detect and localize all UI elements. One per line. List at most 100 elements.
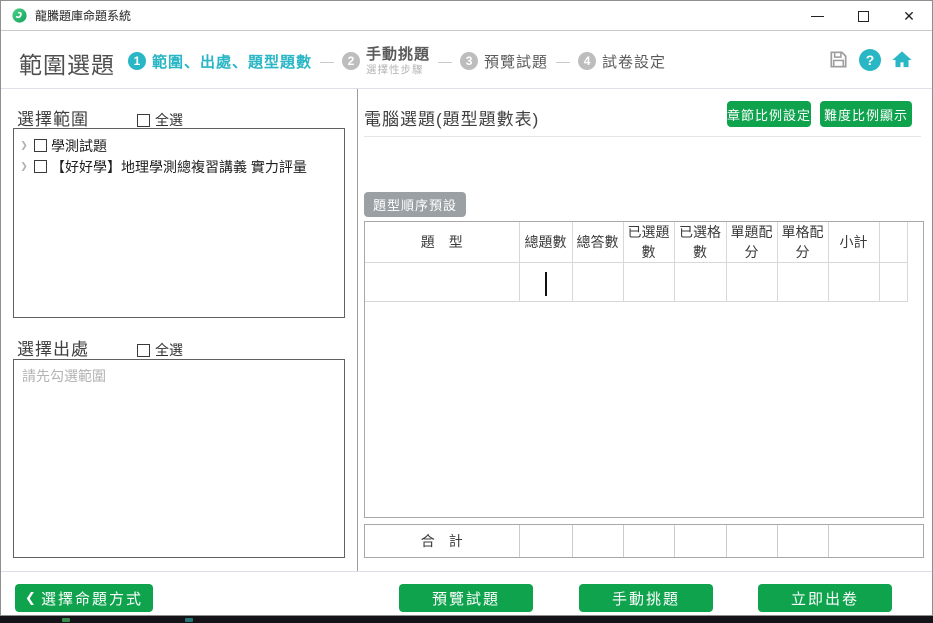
window-title: 龍騰題庫命題系統: [35, 7, 131, 24]
cell-total-answers[interactable]: [572, 263, 623, 302]
footer-bar: ❮ 選擇命題方式 預覽試題 手動挑題 立即出卷: [1, 571, 932, 616]
cell-points-per-blank[interactable]: [777, 263, 828, 302]
app-window: 龍騰題庫命題系統 ✕ 範圍選題 1 範圍、出處、題型題數 — 2 手動挑題 選擇…: [0, 0, 933, 616]
step-2-badge: 2: [342, 52, 360, 70]
col-total-answers: 總答數: [572, 222, 623, 263]
col-selected-blanks: 已選格數: [674, 222, 726, 263]
range-tree: ❯ 學測試題 ❯ 【好好學】地理學測總複習講義 實力評量: [13, 128, 345, 318]
col-extra: [879, 222, 907, 263]
help-button[interactable]: ?: [859, 49, 881, 71]
total-row-container: 合 計: [364, 524, 924, 558]
range-select-all[interactable]: 全選: [137, 110, 183, 130]
header: 範圍選題 1 範圍、出處、題型題數 — 2 手動挑題 選擇性步驟 — 3 預覽試…: [1, 32, 932, 89]
computer-select-title: 電腦選題(題型題數表): [364, 105, 539, 130]
total-cell: [674, 525, 726, 557]
checkbox[interactable]: [34, 139, 47, 152]
app-logo-icon: [11, 7, 28, 24]
cell-points-per-question[interactable]: [726, 263, 777, 302]
minimize-icon: [811, 16, 824, 17]
step-4[interactable]: 4 試卷設定: [578, 51, 666, 72]
difficulty-ratio-button[interactable]: 難度比例顯示: [820, 101, 912, 127]
step-dash: —: [556, 53, 570, 69]
step-1-label: 範圍、出處、題型題數: [152, 51, 312, 72]
total-cell: [519, 525, 572, 557]
step-indicator: 1 範圍、出處、題型題數 — 2 手動挑題 選擇性步驟 — 3 預覽試題 — 4…: [128, 41, 666, 81]
taskbar-icon: [185, 618, 193, 622]
chevron-right-icon[interactable]: ❯: [18, 161, 30, 172]
page-title: 範圍選題: [19, 46, 115, 80]
choose-method-back-button[interactable]: ❮ 選擇命題方式: [15, 584, 153, 612]
chevron-right-icon[interactable]: ❯: [18, 140, 30, 151]
source-section-title: 選擇出處: [17, 335, 89, 360]
total-cell: [726, 525, 777, 557]
total-cell: [572, 525, 623, 557]
preview-questions-button[interactable]: 預覽試題: [399, 584, 533, 612]
tree-item-label[interactable]: 【好好學】地理學測總複習講義 實力評量: [51, 157, 307, 177]
maximize-icon: [858, 11, 869, 22]
cell-subtotal[interactable]: [828, 263, 879, 302]
checkbox[interactable]: [137, 344, 150, 357]
checkbox[interactable]: [34, 160, 47, 173]
maximize-button[interactable]: [840, 1, 886, 31]
step-4-badge: 4: [578, 52, 596, 70]
checkbox[interactable]: [137, 114, 150, 127]
panel-divider: [357, 89, 358, 571]
tree-item-label[interactable]: 學測試題: [51, 136, 107, 156]
chevron-left-icon: ❮: [25, 590, 36, 606]
total-cell: [777, 525, 828, 557]
question-order-default-button[interactable]: 題型順序預設: [364, 192, 466, 217]
close-button[interactable]: ✕: [886, 1, 932, 31]
total-cell: [623, 525, 674, 557]
step-4-label: 試卷設定: [602, 51, 666, 72]
step-3-badge: 3: [460, 52, 478, 70]
col-subtotal: 小計: [828, 222, 879, 263]
header-icons: ?: [827, 48, 914, 71]
home-icon[interactable]: [890, 48, 914, 71]
tree-item-exam[interactable]: ❯ 學測試題: [18, 135, 340, 156]
question-icon: ?: [866, 52, 875, 68]
close-icon: ✕: [903, 9, 915, 23]
step-dash: —: [438, 53, 452, 69]
step-1[interactable]: 1 範圍、出處、題型題數: [128, 51, 312, 72]
title-bar: 龍騰題庫命題系統 ✕: [1, 1, 932, 31]
minimize-button[interactable]: [794, 1, 840, 31]
source-select-all[interactable]: 全選: [137, 340, 183, 360]
total-row: 合 計: [365, 525, 923, 557]
total-table: 合 計: [365, 525, 923, 557]
question-type-table-container: 題 型 總題數 總答數 已選題數 已選格數 單題配分 單格配分 小計: [364, 221, 924, 518]
cell-extra[interactable]: [879, 263, 907, 302]
section-divider: [364, 136, 921, 137]
table-header-row: 題 型 總題數 總答數 已選題數 已選格數 單題配分 單格配分 小計: [365, 222, 907, 263]
col-selected-questions: 已選題數: [623, 222, 674, 263]
step-2-label: 手動挑題: [366, 46, 430, 63]
range-section-title: 選擇範圍: [17, 105, 89, 130]
col-question-type: 題 型: [365, 222, 519, 263]
taskbar: [0, 616, 933, 623]
generate-paper-button[interactable]: 立即出卷: [758, 584, 892, 612]
step-3-label: 預覽試題: [484, 51, 548, 72]
col-points-per-question: 單題配分: [726, 222, 777, 263]
cell-selected-blanks[interactable]: [674, 263, 726, 302]
save-icon[interactable]: [827, 48, 850, 71]
step-dash: —: [320, 53, 334, 69]
manual-pick-button[interactable]: 手動挑題: [579, 584, 713, 612]
cell-question-type[interactable]: [365, 263, 519, 302]
select-all-label: 全選: [155, 110, 183, 130]
taskbar-icon: [62, 618, 70, 622]
step-2[interactable]: 2 手動挑題 選擇性步驟: [342, 46, 430, 75]
step-3[interactable]: 3 預覽試題: [460, 51, 548, 72]
total-label: 合 計: [365, 525, 519, 557]
tree-item-lecture[interactable]: ❯ 【好好學】地理學測總複習講義 實力評量: [18, 156, 340, 177]
step-2-sublabel: 選擇性步驟: [366, 64, 430, 76]
total-cell: [828, 525, 923, 557]
step-1-badge: 1: [128, 52, 146, 70]
cell-selected-questions[interactable]: [623, 263, 674, 302]
text-cursor: [545, 272, 547, 296]
source-list: 請先勾選範圍: [13, 359, 345, 558]
col-total-questions: 總題數: [519, 222, 572, 263]
col-points-per-blank: 單格配分: [777, 222, 828, 263]
table-row: [365, 263, 907, 302]
window-controls: ✕: [794, 1, 932, 31]
question-type-table: 題 型 總題數 總答數 已選題數 已選格數 單題配分 單格配分 小計: [365, 222, 908, 302]
chapter-ratio-button[interactable]: 章節比例設定: [727, 101, 811, 127]
